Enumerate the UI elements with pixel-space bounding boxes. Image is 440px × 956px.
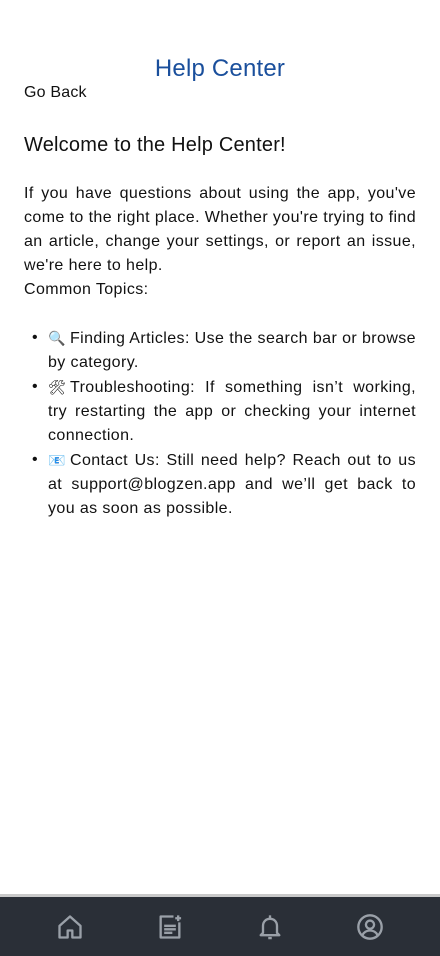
topics-list: 🔍Finding Articles: Use the search bar or… — [24, 326, 416, 521]
list-item: 🔍Finding Articles: Use the search bar or… — [24, 326, 416, 375]
nav-profile-button[interactable] — [350, 907, 390, 947]
magnifying-glass-icon: 🔍 — [48, 330, 66, 346]
help-center-screen: Help Center Go Back Welcome to the Help … — [0, 0, 440, 956]
nav-home-button[interactable] — [50, 907, 90, 947]
welcome-heading: Welcome to the Help Center! — [24, 134, 286, 156]
help-content: Welcome to the Help Center! If you have … — [24, 130, 416, 521]
list-item: 📧Contact Us: Still need help? Reach out … — [24, 448, 416, 521]
go-back-link[interactable]: Go Back — [24, 82, 87, 104]
topic-text: Troubleshooting: If something isn’t work… — [48, 379, 416, 444]
topics-label: Common Topics: — [24, 281, 149, 298]
articles-icon — [159, 914, 182, 939]
bottom-nav — [0, 894, 440, 956]
home-icon — [58, 914, 82, 939]
topic-text: Finding Articles: Use the search bar or … — [48, 330, 416, 371]
topic-text: Contact Us: Still need help? Reach out t… — [48, 452, 416, 517]
email-icon: 📧 — [48, 452, 66, 468]
profile-icon — [357, 913, 383, 940]
tools-icon: 🛠 — [48, 379, 67, 395]
page-title: Help Center — [154, 55, 286, 82]
intro-paragraph: If you have questions about using the ap… — [24, 185, 416, 274]
nav-articles-button[interactable] — [150, 907, 190, 947]
list-item: 🛠Troubleshooting: If something isn’t wor… — [24, 375, 416, 448]
notifications-icon — [259, 914, 281, 939]
nav-notifications-button[interactable] — [250, 907, 290, 947]
